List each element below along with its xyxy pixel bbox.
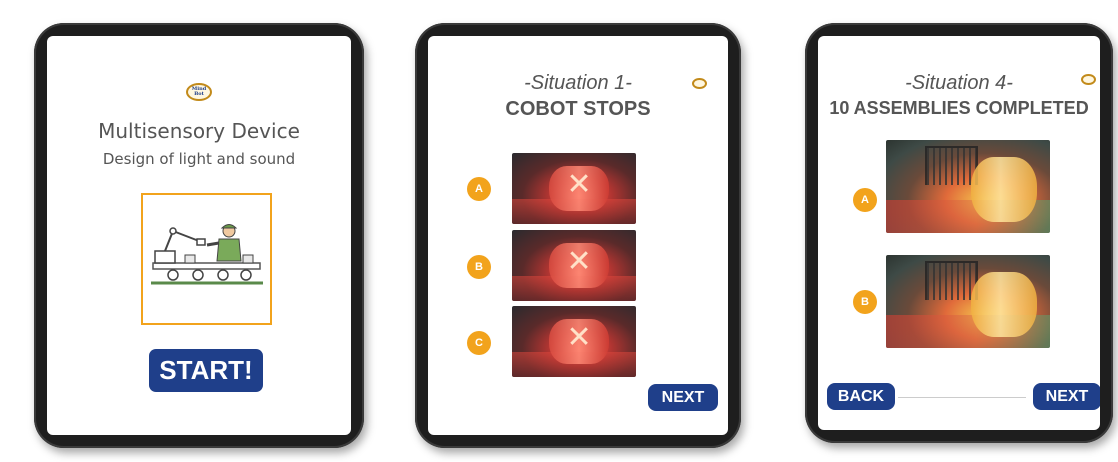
situation-heading: COBOT STOPS xyxy=(505,98,651,120)
x-mark-icon: ✕ xyxy=(566,320,592,356)
situation-1-screen: -Situation 1- COBOT STOPS A ✕ B ✕ C ✕ NE… xyxy=(428,36,728,435)
nav-divider xyxy=(898,397,1026,398)
mindbot-logo xyxy=(692,78,707,89)
option-b-image[interactable] xyxy=(886,255,1050,348)
tablet-situation-4: -Situation 4- 10 ASSEMBLIES COMPLETED A … xyxy=(805,23,1113,443)
x-mark-icon: ✕ xyxy=(566,244,592,280)
option-b-badge[interactable]: B xyxy=(853,290,877,314)
logo-line2: Bot xyxy=(194,91,204,97)
situation-label: -Situation 4- xyxy=(905,72,1013,94)
option-b-badge[interactable]: B xyxy=(467,255,491,279)
option-a-badge[interactable]: A xyxy=(467,177,491,201)
tablet-situation-1: -Situation 1- COBOT STOPS A ✕ B ✕ C ✕ NE… xyxy=(415,23,741,448)
start-screen: Mind Bot Multisensory Device Design of l… xyxy=(47,36,351,435)
situation-label: -Situation 1- xyxy=(524,72,632,94)
cobot-illustration xyxy=(141,193,272,325)
x-mark-icon: ✕ xyxy=(566,167,592,203)
situation-4-screen: -Situation 4- 10 ASSEMBLIES COMPLETED A … xyxy=(818,36,1100,430)
start-button[interactable]: START! xyxy=(149,349,263,392)
option-b-image[interactable]: ✕ xyxy=(512,230,636,301)
option-a-badge[interactable]: A xyxy=(853,188,877,212)
next-button[interactable]: NEXT xyxy=(648,384,718,411)
next-button[interactable]: NEXT xyxy=(1033,383,1100,410)
mindbot-logo: Mind Bot xyxy=(186,83,212,101)
page-title: Multisensory Device xyxy=(98,119,300,143)
option-a-image[interactable]: ✕ xyxy=(512,153,636,224)
option-c-badge[interactable]: C xyxy=(467,331,491,355)
cobot-worker-icon xyxy=(151,224,263,285)
option-c-image[interactable]: ✕ xyxy=(512,306,636,377)
back-button[interactable]: BACK xyxy=(827,383,895,410)
mindbot-logo xyxy=(1081,74,1096,85)
tablet-start-screen: Mind Bot Multisensory Device Design of l… xyxy=(34,23,364,448)
situation-heading: 10 ASSEMBLIES COMPLETED xyxy=(829,98,1089,118)
option-a-image[interactable] xyxy=(886,140,1050,233)
page-subtitle: Design of light and sound xyxy=(102,150,296,168)
